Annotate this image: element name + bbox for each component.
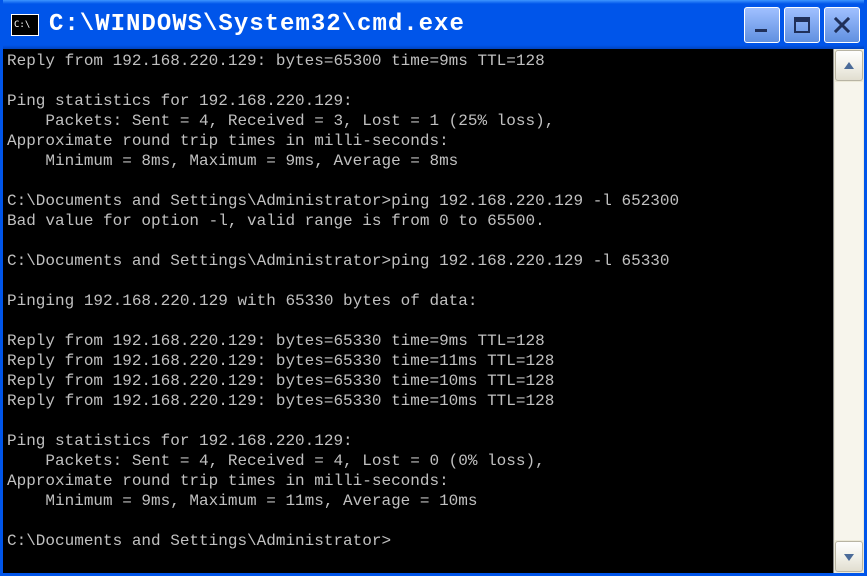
terminal-line: Packets: Sent = 4, Received = 3, Lost = … [7, 111, 833, 131]
terminal-line: Packets: Sent = 4, Received = 4, Lost = … [7, 451, 833, 471]
scroll-down-button[interactable] [835, 541, 863, 572]
window-title: C:\WINDOWS\System32\cmd.exe [49, 11, 744, 38]
terminal-line [7, 171, 833, 191]
terminal-line: Reply from 192.168.220.129: bytes=65330 … [7, 331, 833, 351]
terminal-line: Approximate round trip times in milli-se… [7, 131, 833, 151]
terminal-line [7, 71, 833, 91]
terminal-line: Minimum = 9ms, Maximum = 11ms, Average =… [7, 491, 833, 511]
terminal-line: Reply from 192.168.220.129: bytes=65300 … [7, 51, 833, 71]
terminal-line: Ping statistics for 192.168.220.129: [7, 431, 833, 451]
terminal-line [7, 311, 833, 331]
minimize-button[interactable] [744, 7, 780, 43]
terminal-output[interactable]: Reply from 192.168.220.129: bytes=65300 … [3, 49, 833, 573]
cmd-window: C:\ C:\WINDOWS\System32\cmd.exe Reply fr… [0, 0, 867, 576]
terminal-line: C:\Documents and Settings\Administrator> [7, 531, 833, 551]
terminal-line: C:\Documents and Settings\Administrator>… [7, 191, 833, 211]
client-area: Reply from 192.168.220.129: bytes=65300 … [3, 49, 864, 573]
terminal-line: Reply from 192.168.220.129: bytes=65330 … [7, 391, 833, 411]
scroll-up-button[interactable] [835, 50, 863, 81]
terminal-line [7, 231, 833, 251]
window-controls [744, 7, 860, 43]
cmd-icon: C:\ [11, 14, 39, 36]
terminal-line: Reply from 192.168.220.129: bytes=65330 … [7, 351, 833, 371]
titlebar[interactable]: C:\ C:\WINDOWS\System32\cmd.exe [3, 0, 864, 49]
terminal-line: Minimum = 8ms, Maximum = 9ms, Average = … [7, 151, 833, 171]
terminal-line: Approximate round trip times in milli-se… [7, 471, 833, 491]
terminal-line: Ping statistics for 192.168.220.129: [7, 91, 833, 111]
scroll-track[interactable] [835, 82, 863, 540]
terminal-line [7, 271, 833, 291]
maximize-button[interactable] [784, 7, 820, 43]
terminal-line: Reply from 192.168.220.129: bytes=65330 … [7, 371, 833, 391]
vertical-scrollbar[interactable] [833, 49, 864, 573]
terminal-line [7, 411, 833, 431]
terminal-line: Bad value for option -l, valid range is … [7, 211, 833, 231]
terminal-line: C:\Documents and Settings\Administrator>… [7, 251, 833, 271]
close-button[interactable] [824, 7, 860, 43]
terminal-line: Pinging 192.168.220.129 with 65330 bytes… [7, 291, 833, 311]
terminal-line [7, 511, 833, 531]
